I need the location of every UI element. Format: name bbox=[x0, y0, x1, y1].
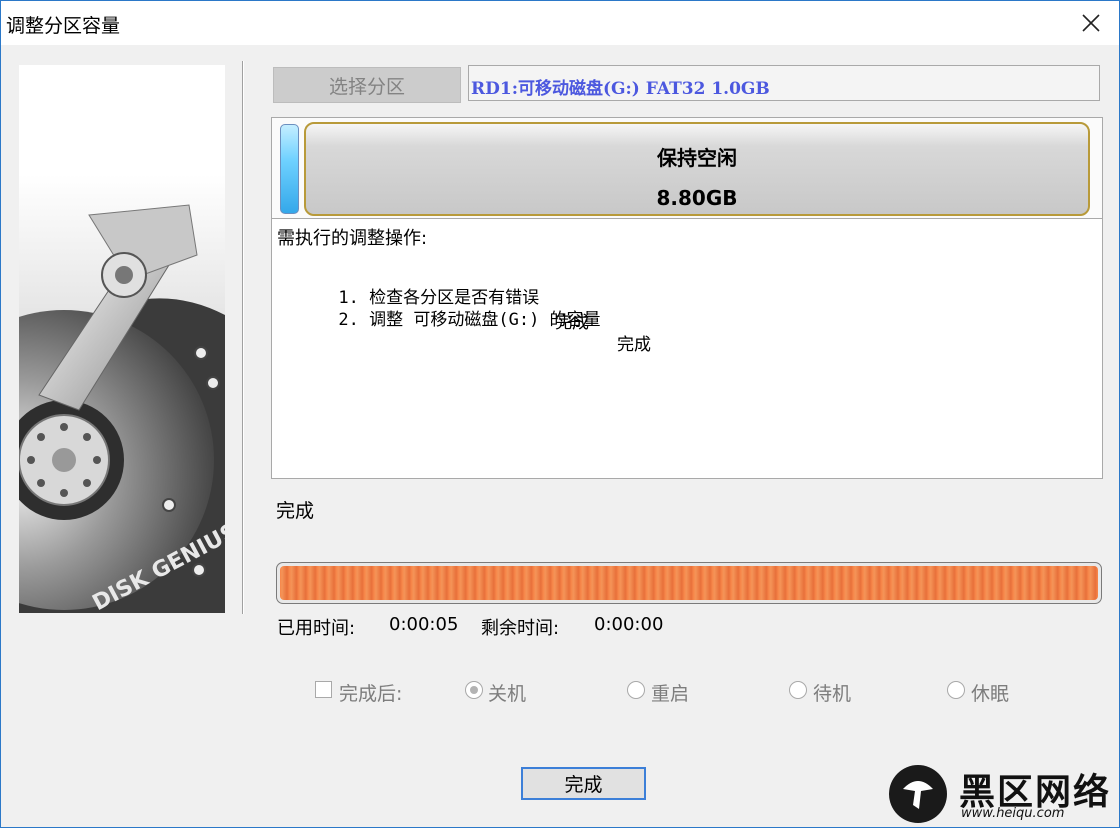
hard-disk-illustration: DISK GENIUS bbox=[19, 204, 225, 613]
radio-shutdown[interactable] bbox=[465, 681, 483, 699]
operation-item: 2. 调整 可移动磁盘(G:) 的容量 完成 bbox=[277, 285, 651, 370]
operation-text: 2. 调整 可移动磁盘(G:) 的容量 bbox=[338, 310, 601, 330]
watermark-url: www.heiqu.com bbox=[961, 806, 1065, 821]
partition-used-block[interactable] bbox=[280, 124, 299, 214]
radio-hibernate-label: 休眠 bbox=[971, 683, 1010, 705]
radio-restart[interactable] bbox=[627, 681, 645, 699]
done-button[interactable]: 完成 bbox=[521, 767, 646, 800]
disk-genius-banner: DISK GENIUS bbox=[19, 65, 225, 613]
remaining-time-label: 剩余时间: bbox=[481, 618, 560, 639]
status-text: 完成 bbox=[276, 500, 315, 522]
free-space-label: 保持空闲 bbox=[657, 146, 737, 170]
selected-partition-text: RD1:可移动磁盘(G:) FAT32 1.0GB bbox=[471, 79, 770, 99]
free-space-size: 8.80GB bbox=[656, 186, 738, 210]
free-space-block[interactable]: 保持空闲 8.80GB bbox=[304, 122, 1090, 216]
select-partition-button[interactable]: 选择分区 bbox=[273, 67, 461, 103]
remaining-time-value: 0:00:00 bbox=[594, 614, 664, 635]
selected-partition-field: RD1:可移动磁盘(G:) FAT32 1.0GB bbox=[468, 65, 1100, 101]
radio-standby[interactable] bbox=[789, 681, 807, 699]
operation-status: 完成 bbox=[617, 335, 651, 355]
radio-shutdown-label: 关机 bbox=[488, 683, 527, 705]
watermark-logo-icon bbox=[889, 765, 947, 823]
vertical-divider bbox=[242, 61, 243, 614]
title-bar[interactable]: 调整分区容量 bbox=[1, 1, 1119, 45]
progress-fill bbox=[280, 566, 1098, 600]
operations-log: 需执行的调整操作: 1. 检查各分区是否有错误 完成 2. 调整 可移动磁盘(G… bbox=[271, 218, 1103, 479]
window-title: 调整分区容量 bbox=[6, 15, 121, 37]
site-watermark: 黑区网络 www.heiqu.com bbox=[887, 763, 1120, 827]
disk-map: 保持空闲 8.80GB bbox=[271, 117, 1103, 219]
operations-title: 需执行的调整操作: bbox=[277, 228, 428, 249]
elapsed-time-label: 已用时间: bbox=[277, 618, 356, 639]
elapsed-time-value: 0:00:05 bbox=[389, 614, 459, 635]
radio-standby-label: 待机 bbox=[813, 683, 852, 705]
close-button[interactable] bbox=[1063, 1, 1119, 45]
dialog-window: 调整分区容量 DISK GENIUS 选择分区 RD1:可移动磁盘(G:) FA… bbox=[0, 0, 1120, 828]
radio-hibernate[interactable] bbox=[947, 681, 965, 699]
radio-restart-label: 重启 bbox=[651, 683, 690, 705]
after-completion-checkbox[interactable] bbox=[315, 681, 332, 698]
after-completion-label: 完成后: bbox=[339, 683, 403, 705]
progress-bar bbox=[276, 562, 1102, 604]
close-icon bbox=[1082, 14, 1100, 32]
